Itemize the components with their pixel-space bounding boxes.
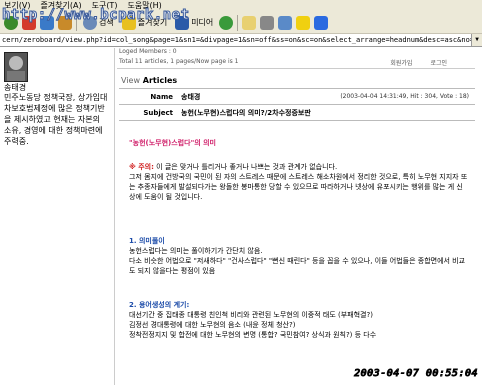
section-1-text-2: 다소 비슷한 어법으로 "저새하다" "건사스럽다" "뻔신 때린다" 등을 꼽… [129, 257, 466, 275]
author-photo [4, 52, 28, 82]
mail-icon[interactable] [242, 15, 257, 30]
top-links: 회원가입 로그인 [390, 58, 447, 67]
author-bio: 민주노동당 정책국장, 상가임대차보호법제정에 많은 정책기반을 제시하였고 현… [4, 93, 108, 146]
name-value[interactable]: 송태경 [181, 92, 340, 102]
divider [117, 68, 475, 69]
section-2-text-3: 정착전정지지 및 합전에 대한 노무현의 변명 (통합? 국민참여? 상식과 원… [129, 331, 377, 339]
media-label: 미디어 [191, 18, 214, 27]
total-articles: Total 11 articles, 1 pages/Now page is 1 [119, 58, 239, 65]
subject-label: Subject [143, 108, 173, 117]
subject-value: 농헌(노무현)스럽다의 의미?/2차수정증보판 [181, 108, 311, 117]
messenger-icon[interactable] [296, 15, 311, 30]
photo-datestamp: 2003-04-07 00:55:04 [354, 368, 478, 380]
address-dropdown-icon[interactable]: ▼ [471, 34, 482, 46]
article-body: "농헌(노무현)스럽다"의 의미 ※ 주의: 이 글은 맞거나 틀리거나 좋거나… [129, 138, 469, 340]
article-header-table: Name 송태경 (2003-04-04 14:31:49, Hit : 304… [119, 88, 475, 121]
section-1-title: 1. 의미풀이 [129, 237, 165, 245]
signup-link[interactable]: 회원가입 [390, 58, 412, 67]
note-mark: ※ 주의: [129, 163, 154, 171]
name-row: Name 송태경 (2003-04-04 14:31:49, Hit : 304… [119, 89, 475, 105]
print-icon[interactable] [260, 15, 275, 30]
paragraph-1: 그저 몸지에 건방국의 국민이 된 자의 스트레스 때문에 스트레스 해소차원에… [129, 173, 468, 201]
logged-members: Loged Members : 0 [119, 48, 177, 55]
sidebar: 송태경 민주노동당 정책국장, 상가임대차보호법제정에 많은 정책기반을 제시하… [0, 48, 112, 385]
section-2-text-2: 김정선 경대통령에 대한 노무현의 음소 (내윤 정체 청산?) [129, 321, 296, 329]
login-link[interactable]: 로그인 [430, 58, 447, 67]
site-watermark: http://www.bcpark.net [2, 7, 190, 24]
articles-label: Articles [142, 76, 178, 85]
address-bar[interactable]: cern/zeroboard/view.php?id=col_song&page… [0, 34, 482, 47]
article-meta: (2003-04-04 14:31:49, Hit : 304, Vote : … [340, 93, 469, 100]
note-text: 이 글은 맞거나 틀리거나 좋거나 나쁘는 것과 관계가 없습니다. [156, 163, 338, 171]
section-1-text-1: 농헌스럽다는 의미는 풀이하기가 간단치 않음. [129, 247, 263, 255]
toolbar-separator [237, 14, 239, 31]
name-label: Name [150, 92, 173, 101]
section-2-text-1: 대선기간 중 집태종 대통령 친인척 비리와 관련된 노무현의 이중적 태도 (… [129, 311, 373, 319]
address-input[interactable]: cern/zeroboard/view.php?id=col_song&page… [2, 36, 482, 44]
discuss-icon[interactable] [314, 15, 329, 30]
article-heading: "농헌(노무현)스럽다"의 의미 [129, 139, 216, 147]
section-2-title: 2. 용어생성의 계기: [129, 301, 190, 309]
view-title: View Articles [121, 76, 177, 85]
view-label: View [121, 76, 140, 85]
subject-row: Subject 농헌(노무현)스럽다의 의미?/2차수정증보판 [119, 105, 475, 121]
main-content: Loged Members : 0 Total 11 articles, 1 p… [114, 48, 482, 385]
history-icon[interactable] [219, 15, 234, 30]
edit-icon[interactable] [278, 15, 293, 30]
